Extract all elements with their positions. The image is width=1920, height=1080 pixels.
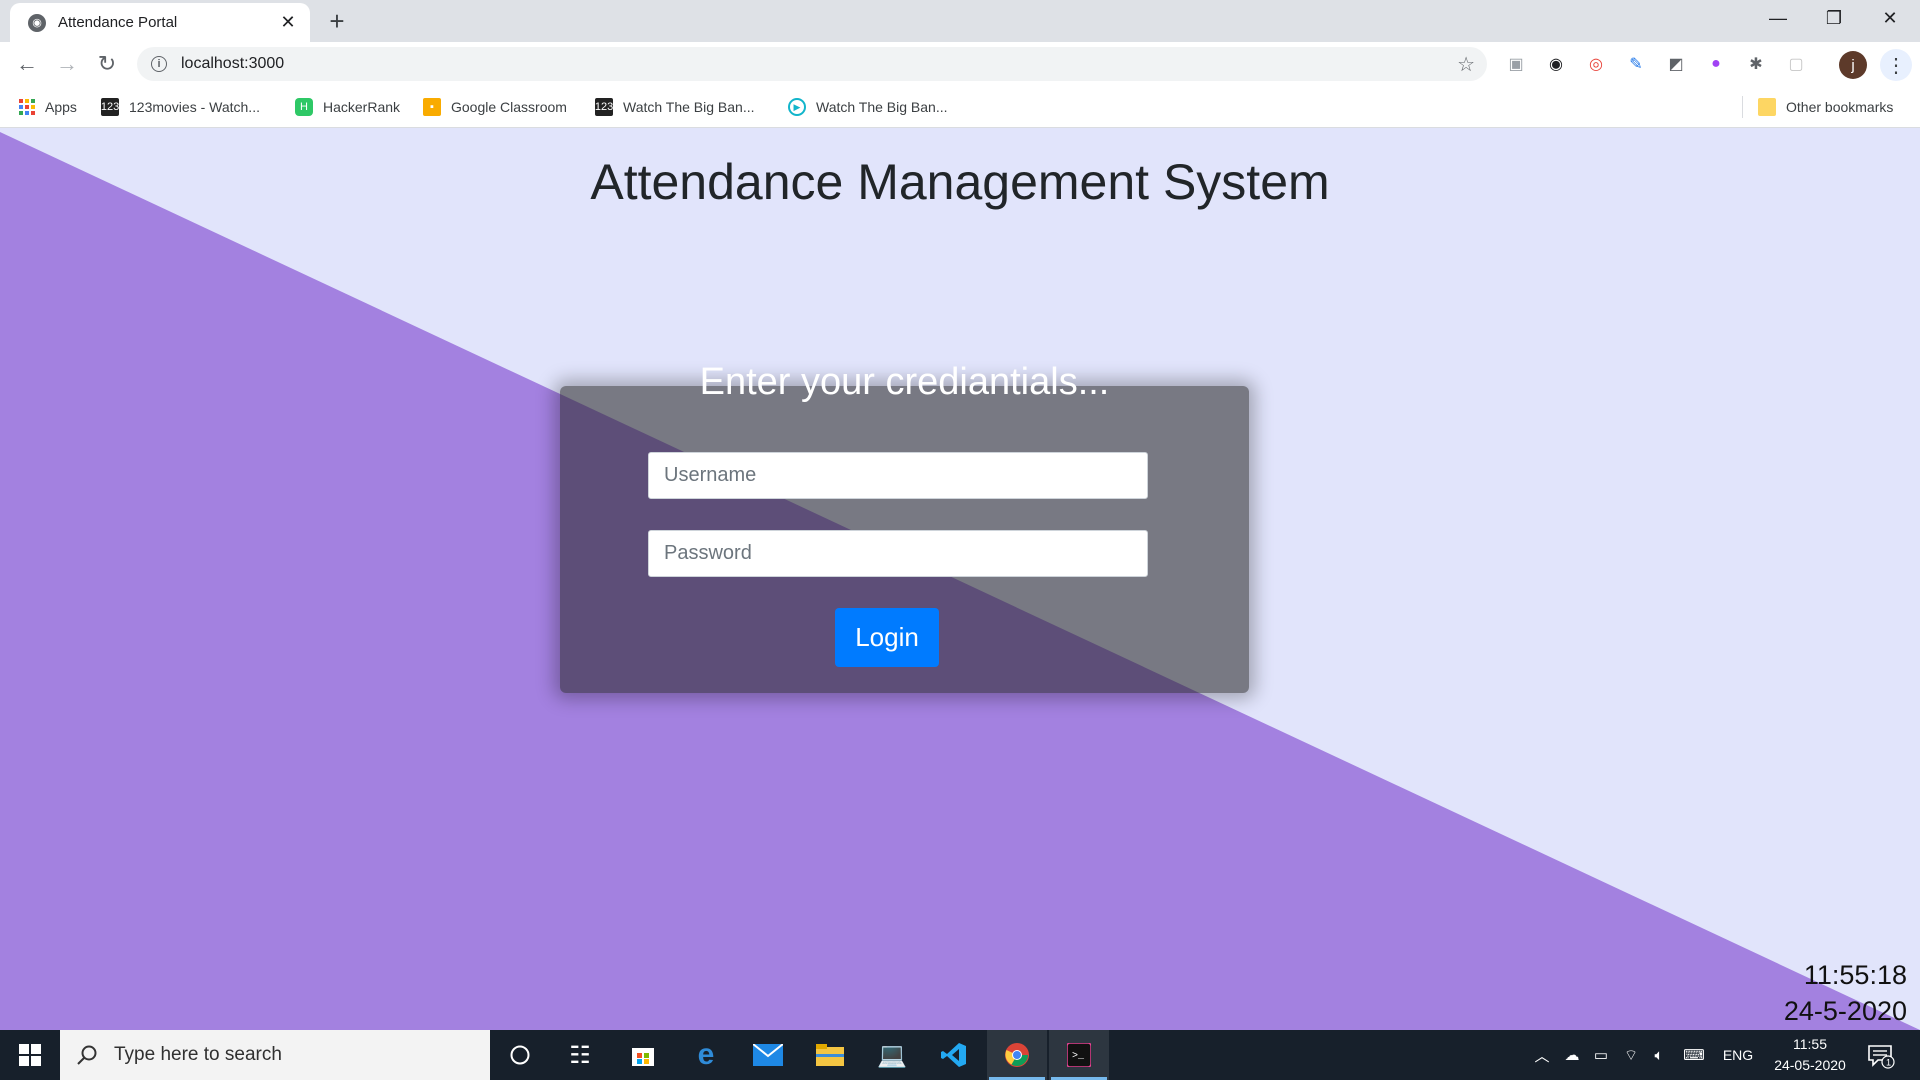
reload-icon[interactable]: ↻ xyxy=(93,50,121,78)
extension-bug-icon[interactable]: ✱ xyxy=(1744,52,1768,76)
bookmark-other-bookmarks[interactable]: Other bookmarks xyxy=(1758,95,1893,119)
show-hidden-icons-chevron-icon[interactable]: ︿ xyxy=(1530,1030,1554,1080)
extension-picker-icon[interactable]: ✎ xyxy=(1624,52,1648,76)
tab-close-icon[interactable]: ✕ xyxy=(278,12,298,33)
extension-purple-icon[interactable]: ● xyxy=(1704,52,1728,76)
wifi-icon[interactable]: ⌔ xyxy=(1618,1030,1644,1080)
keyboard-icon[interactable]: ⌨ xyxy=(1676,1030,1712,1080)
bookmark-label: Google Classroom xyxy=(451,99,567,115)
bookmark-apps[interactable]: Apps xyxy=(19,95,77,119)
extension-clipboard-icon[interactable]: ▣ xyxy=(1504,52,1528,76)
username-input[interactable] xyxy=(648,452,1148,499)
login-heading: Enter your crediantials... xyxy=(699,361,1110,403)
edge-icon[interactable]: e xyxy=(676,1030,736,1080)
clock-time: 11:55:18 xyxy=(1803,960,1907,990)
browser-toolbar: ← → ↻ i localhost:3000 ☆ ▣ ◉ ◎ ✎ ◩ ● ✱ ▢… xyxy=(0,42,1920,86)
search-icon xyxy=(76,1044,98,1066)
battery-icon[interactable]: ▭ xyxy=(1588,1030,1614,1080)
tab-attendance-portal[interactable]: ◉ Attendance Portal ✕ xyxy=(10,3,310,42)
close-window-button[interactable]: ✕ xyxy=(1862,0,1918,36)
forward-arrow-icon[interactable]: → xyxy=(53,50,81,78)
bookmark-label: Apps xyxy=(45,99,77,115)
bookmark-label: 123movies - Watch... xyxy=(129,99,260,115)
bookmark-123movies[interactable]: 123 123movies - Watch... xyxy=(101,95,260,119)
bookmarks-bar: Apps 123 123movies - Watch... H HackerRa… xyxy=(0,86,1920,128)
notification-count: 1 xyxy=(1886,1058,1891,1068)
extension-corner-icon[interactable]: ◩ xyxy=(1664,52,1688,76)
extension-blank-icon[interactable]: ▢ xyxy=(1784,52,1808,76)
task-view-icon[interactable]: ☷ xyxy=(550,1030,610,1080)
windows-start-icon[interactable] xyxy=(0,1030,60,1080)
mail-icon[interactable] xyxy=(738,1030,798,1080)
tab-title: Attendance Portal xyxy=(58,14,178,31)
info-icon[interactable]: i xyxy=(151,56,167,72)
taskbar-time: 11:55 xyxy=(1793,1036,1827,1052)
extension-record-icon[interactable]: ◉ xyxy=(1544,52,1568,76)
language-indicator[interactable]: ENG xyxy=(1718,1030,1758,1080)
restore-button[interactable]: ❐ xyxy=(1806,0,1862,36)
profile-avatar[interactable]: j xyxy=(1839,51,1867,79)
minimize-button[interactable]: — xyxy=(1750,0,1806,36)
apps-grid-icon xyxy=(19,99,35,115)
folder-icon xyxy=(1758,98,1776,116)
chrome-menu-icon[interactable]: ⋮ xyxy=(1880,49,1912,81)
back-arrow-icon[interactable]: ← xyxy=(13,50,41,78)
chrome-taskbar-icon[interactable] xyxy=(987,1030,1047,1080)
bookmark-star-icon[interactable]: ☆ xyxy=(1457,52,1475,77)
password-input[interactable] xyxy=(648,530,1148,577)
page-viewport: Attendance Management System Enter your … xyxy=(0,128,1920,1030)
123movies-icon: 123 xyxy=(101,98,119,116)
onedrive-cloud-icon[interactable]: ☁ xyxy=(1558,1030,1586,1080)
play-circle-icon: ▶ xyxy=(788,98,806,116)
cortana-icon[interactable] xyxy=(490,1030,550,1080)
globe-icon: ◉ xyxy=(28,13,46,32)
bookmark-hackerrank[interactable]: H HackerRank xyxy=(295,95,400,119)
action-center-icon[interactable]: 1 xyxy=(1866,1040,1896,1070)
new-tab-button[interactable]: + xyxy=(322,8,352,34)
hackerrank-icon: H xyxy=(295,98,313,116)
bookmark-label: Watch The Big Ban... xyxy=(623,99,755,115)
file-explorer-icon[interactable] xyxy=(800,1030,860,1080)
svg-text:>_: >_ xyxy=(1072,1051,1085,1062)
taskbar-clock[interactable]: 11:55 24-05-2020 xyxy=(1760,1034,1860,1076)
taskbar-date: 24-05-2020 xyxy=(1774,1057,1846,1073)
address-bar[interactable]: i localhost:3000 ☆ xyxy=(137,47,1487,81)
login-card: Enter your crediantials... Login xyxy=(560,361,1249,693)
bookmark-label: Other bookmarks xyxy=(1786,99,1894,115)
page-title: Attendance Management System xyxy=(590,154,1330,210)
search-placeholder: Type here to search xyxy=(114,1044,282,1065)
laptop-app-icon[interactable]: 💻 xyxy=(862,1030,922,1080)
store-icon[interactable] xyxy=(613,1030,673,1080)
bookmark-label: Watch The Big Ban... xyxy=(816,99,948,115)
movie-site-icon: 123 xyxy=(595,98,613,116)
volume-icon[interactable]: 🔈︎ xyxy=(1646,1030,1672,1080)
bookmarks-divider xyxy=(1742,96,1743,118)
bookmark-label: HackerRank xyxy=(323,99,401,115)
bookmark-watch-big-bang-2[interactable]: ▶ Watch The Big Ban... xyxy=(788,95,948,119)
extension-color-icon[interactable]: ◎ xyxy=(1584,52,1608,76)
vscode-icon[interactable] xyxy=(924,1030,984,1080)
clock-date: 24-5-2020 xyxy=(1783,996,1907,1026)
bookmark-google-classroom[interactable]: ▪ Google Classroom xyxy=(423,95,567,119)
windows-taskbar: Type here to search ☷ e 💻 >_ ︿ ☁ ▭ ⌔ 🔈︎ … xyxy=(0,1030,1920,1080)
url-text[interactable]: localhost:3000 xyxy=(181,55,1457,73)
login-button[interactable]: Login xyxy=(835,608,939,667)
classroom-icon: ▪ xyxy=(423,98,441,116)
terminal-icon[interactable]: >_ xyxy=(1049,1030,1109,1080)
bookmark-watch-big-bang-1[interactable]: 123 Watch The Big Ban... xyxy=(595,95,755,119)
taskbar-search[interactable]: Type here to search xyxy=(60,1030,490,1080)
tab-strip: ◉ Attendance Portal ✕ + — ❐ ✕ xyxy=(0,0,1920,42)
